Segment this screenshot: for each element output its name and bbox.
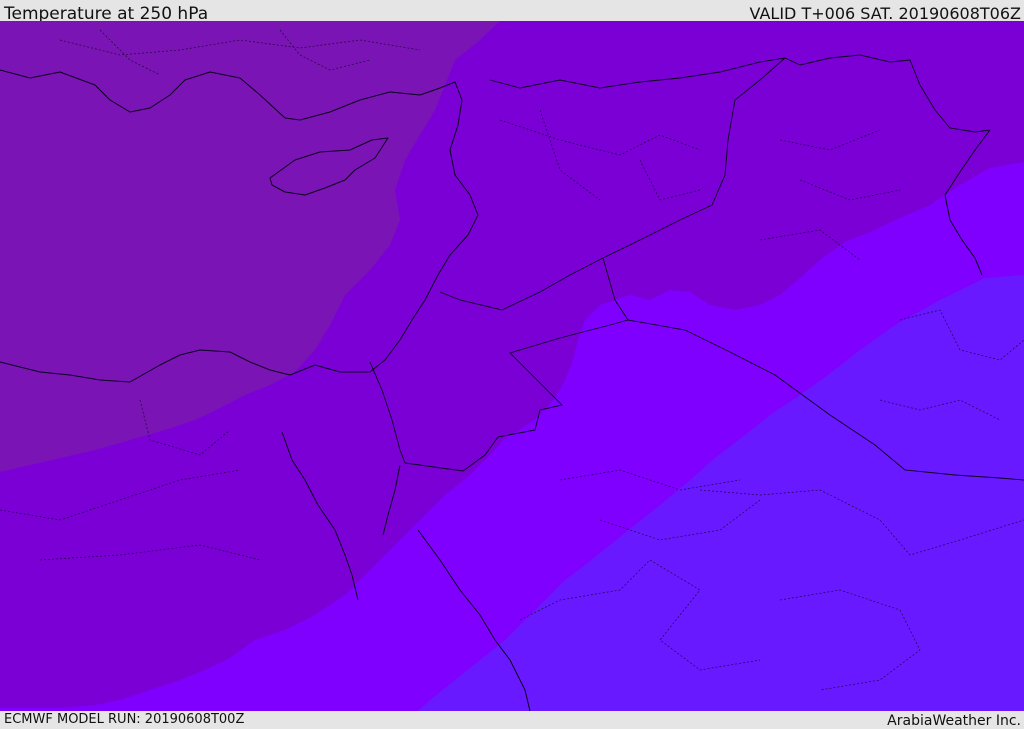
- temperature-map: [0, 21, 1024, 711]
- model-run: ECMWF MODEL RUN: 20190608T00Z: [4, 712, 245, 727]
- credit: ArabiaWeather Inc.: [887, 713, 1021, 729]
- map-footer: ECMWF MODEL RUN: 20190608T00Z ArabiaWeat…: [0, 711, 1024, 729]
- map-header: Temperature at 250 hPa VALID T+006 SAT. …: [0, 0, 1024, 24]
